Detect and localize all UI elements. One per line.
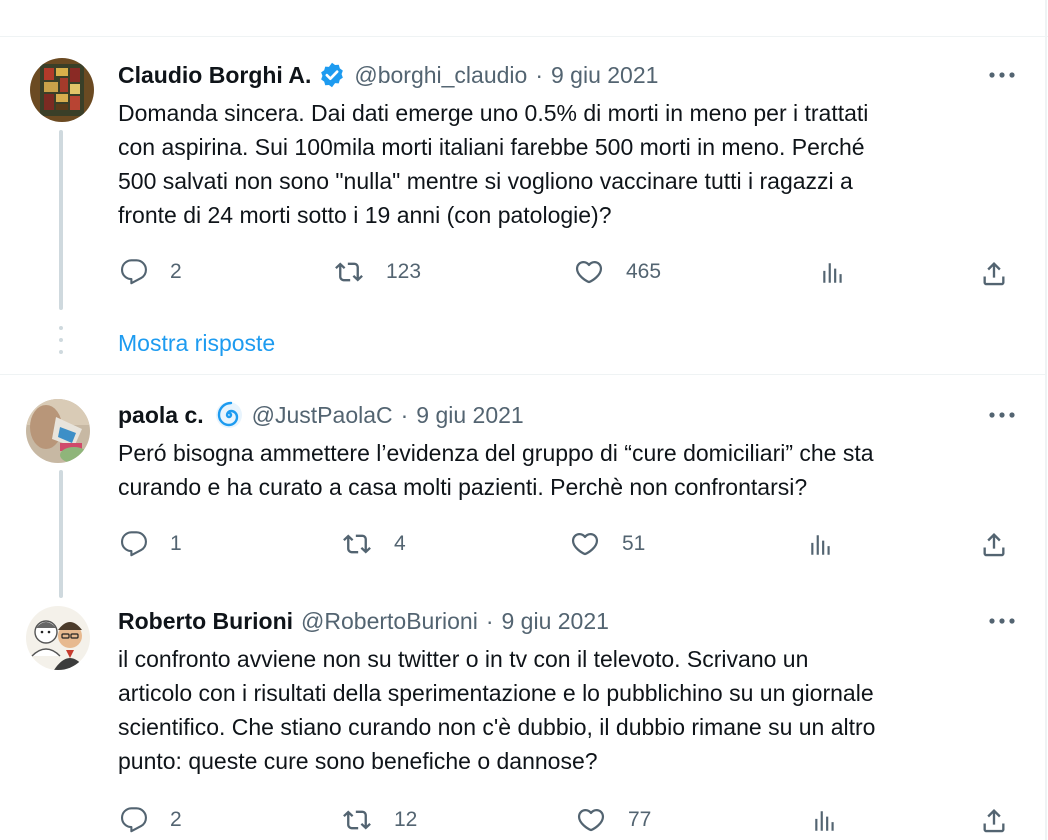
photo-avatar-image [26, 399, 90, 463]
like-button[interactable]: 465 [574, 258, 661, 286]
author-handle[interactable]: @borghi_claudio [354, 61, 527, 89]
share-icon [983, 809, 1005, 833]
author-name[interactable]: Claudio Borghi A. [118, 61, 311, 89]
thread-gap-dots [59, 326, 63, 362]
retweet-icon [335, 262, 363, 282]
more-options-icon[interactable] [984, 401, 1020, 429]
spiral-emoji-icon [214, 400, 244, 430]
retweet-button[interactable]: 4 [342, 530, 406, 558]
retweet-button[interactable]: 12 [342, 806, 417, 834]
like-count: 77 [628, 808, 652, 831]
thread-divider [0, 374, 1045, 375]
share-button[interactable] [980, 530, 1008, 558]
like-count: 51 [622, 532, 646, 555]
reply-count: 2 [170, 260, 182, 283]
share-icon [983, 533, 1005, 557]
reply-count: 1 [170, 532, 182, 555]
retweet-icon [343, 810, 371, 830]
heart-icon [577, 808, 605, 832]
tweet-text: Domanda sincera. Dai dati emerge uno 0.5… [118, 100, 869, 228]
heart-icon [571, 532, 599, 556]
share-icon [983, 262, 1005, 286]
thread-line [59, 130, 63, 310]
views-button[interactable] [808, 532, 834, 558]
reply-button[interactable]: 2 [120, 806, 182, 834]
top-divider [0, 36, 1048, 37]
analytics-icon [823, 263, 842, 283]
author-handle[interactable]: @JustPaolaC [252, 401, 393, 429]
tweet-date[interactable]: 9 giu 2021 [551, 61, 658, 89]
reply-icon [120, 807, 147, 833]
caricature-avatar-image [26, 606, 90, 670]
avatar-paola-c[interactable] [26, 399, 90, 463]
verified-badge-icon[interactable] [318, 61, 346, 89]
tweet-header: Claudio Borghi A. @borghi_claudio · 9 gi… [118, 61, 658, 89]
tweet-text: Peró bisogna ammettere l’evidenza del gr… [118, 440, 874, 500]
analytics-icon [811, 535, 830, 555]
share-button[interactable] [980, 259, 1008, 287]
reply-button[interactable]: 2 [120, 258, 182, 286]
views-button[interactable] [820, 260, 846, 286]
tweet-date[interactable]: 9 giu 2021 [502, 607, 609, 635]
retweet-count: 4 [394, 532, 406, 555]
retweet-count: 12 [394, 808, 418, 831]
like-button[interactable]: 77 [576, 806, 651, 834]
reply-icon [120, 259, 147, 285]
abstract-painting-avatar-image [30, 58, 94, 122]
retweet-button[interactable]: 123 [334, 258, 421, 286]
avatar-roberto-burioni[interactable] [26, 606, 90, 670]
tweet-header: paola c. @JustPaolaC · 9 giu 2021 [118, 400, 524, 430]
analytics-icon [815, 811, 834, 831]
retweet-icon [343, 534, 371, 554]
retweet-count: 123 [386, 260, 422, 283]
reply-icon [120, 531, 147, 557]
avatar-claudio-borghi[interactable] [30, 58, 94, 122]
views-button[interactable] [812, 808, 838, 834]
separator-dot: · [400, 402, 409, 428]
more-options-icon[interactable] [984, 61, 1020, 89]
like-button[interactable]: 51 [570, 530, 645, 558]
tweet-text: il confronto avviene non su twitter o in… [118, 646, 876, 774]
reply-count: 2 [170, 808, 182, 831]
tweet-date[interactable]: 9 giu 2021 [416, 401, 523, 429]
more-options-icon[interactable] [984, 607, 1020, 635]
tweet-header: Roberto Burioni @RobertoBurioni · 9 giu … [118, 607, 609, 635]
separator-dot: · [535, 62, 543, 88]
author-name[interactable]: paola c. [118, 401, 204, 429]
like-count: 465 [626, 260, 662, 283]
share-button[interactable] [980, 806, 1008, 834]
thread-line [59, 470, 63, 598]
separator-dot: · [485, 608, 494, 634]
column-border [1045, 0, 1047, 840]
show-replies-link[interactable]: Mostra risposte [118, 328, 275, 358]
heart-icon [575, 260, 603, 284]
author-handle[interactable]: @RobertoBurioni [301, 607, 478, 635]
reply-button[interactable]: 1 [120, 530, 182, 558]
author-name[interactable]: Roberto Burioni [118, 607, 293, 635]
